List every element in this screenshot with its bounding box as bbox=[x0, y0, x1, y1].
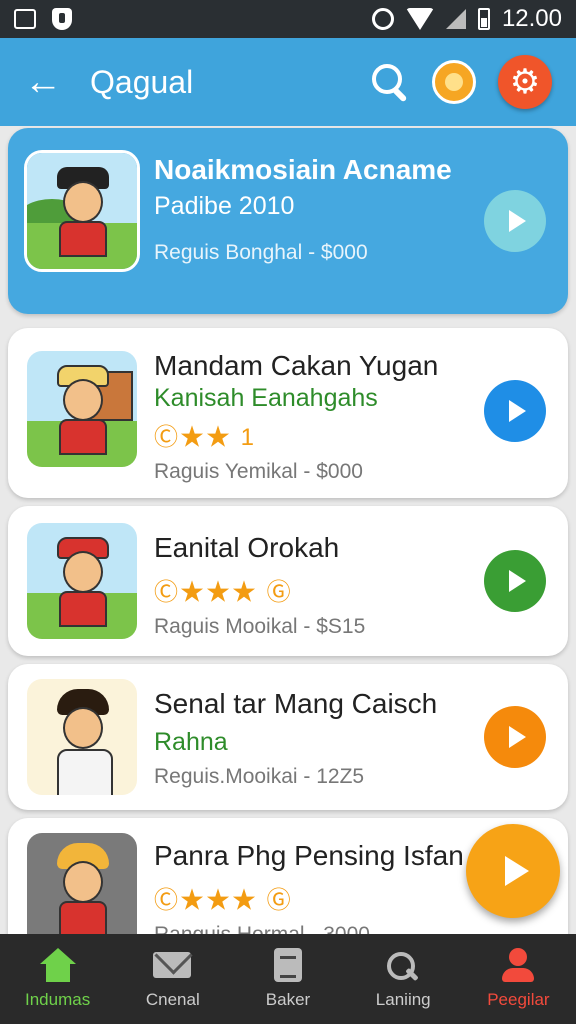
nav-item-learning[interactable]: Laniing bbox=[346, 934, 461, 1024]
app-bar: ← Qagual ⚙ bbox=[0, 38, 576, 126]
app-thumbnail bbox=[24, 676, 140, 798]
item-title: Senal tar Mang Caisch bbox=[154, 688, 438, 719]
search-bulb-icon bbox=[383, 948, 423, 984]
settings-gear-icon[interactable]: ⚙ bbox=[498, 55, 552, 109]
shield-icon bbox=[52, 8, 72, 30]
play-button[interactable] bbox=[484, 190, 546, 252]
app-list: Noaikmosiain Acname Padibe 2010 Reguis B… bbox=[0, 126, 576, 934]
nav-label: Peegilar bbox=[487, 990, 550, 1009]
list-item-featured[interactable]: Noaikmosiain Acname Padibe 2010 Reguis B… bbox=[8, 128, 568, 314]
rating-stars: Ⓒ★★★ Ⓖ bbox=[154, 579, 293, 606]
document-icon bbox=[268, 948, 308, 984]
play-button[interactable] bbox=[484, 706, 546, 768]
nav-item-document[interactable]: Baker bbox=[230, 934, 345, 1024]
item-title: Noaikmosiain Acname bbox=[154, 154, 452, 185]
app-thumbnail bbox=[24, 150, 140, 272]
app-thumbnail bbox=[24, 348, 140, 470]
floating-play-button[interactable] bbox=[466, 824, 560, 918]
gallery-icon bbox=[14, 9, 36, 29]
item-meta: Ranguis Hormal - 3000 bbox=[154, 923, 464, 934]
item-title: Panra Phg Pensing Isfan bbox=[154, 840, 464, 871]
page-title: Qagual bbox=[90, 63, 194, 100]
status-bar: 12.00 bbox=[0, 0, 576, 38]
rating-stars: Ⓒ★★ 1 bbox=[154, 424, 257, 451]
item-subtitle: Kanisah Eanahgahs bbox=[154, 384, 378, 412]
app-thumbnail bbox=[24, 830, 140, 934]
alarm-icon bbox=[371, 8, 394, 30]
item-title: Mandam Cakan Yugan bbox=[154, 350, 439, 381]
nav-label: Laniing bbox=[375, 990, 431, 1009]
mail-icon bbox=[152, 948, 193, 984]
signal-icon bbox=[445, 9, 466, 29]
nav-item-mail[interactable]: Cnenal bbox=[115, 934, 230, 1024]
item-subtitle: Padibe 2010 bbox=[154, 192, 295, 220]
search-icon[interactable] bbox=[370, 62, 410, 102]
item-subtitle: Rahna bbox=[154, 728, 228, 756]
item-meta: Raguis Mooikal - $S15 bbox=[154, 615, 366, 638]
item-meta: Reguis Bonghal - $000 bbox=[154, 241, 368, 264]
list-item[interactable]: Eanital Orokah Ⓒ★★★ Ⓖ Raguis Mooikal - $… bbox=[8, 506, 568, 656]
play-button[interactable] bbox=[484, 550, 546, 612]
wifi-icon bbox=[405, 8, 434, 30]
nav-item-profile[interactable]: Peegilar bbox=[461, 934, 576, 1024]
person-icon bbox=[498, 948, 538, 984]
rating-stars: Ⓒ★★★ Ⓖ bbox=[154, 887, 293, 914]
nav-item-home[interactable]: Indumas bbox=[0, 934, 115, 1024]
app-thumbnail bbox=[24, 520, 140, 642]
home-icon bbox=[38, 948, 78, 984]
item-meta: Raguis Yemikal - $000 bbox=[154, 460, 363, 483]
nav-label: Indumas bbox=[25, 990, 91, 1009]
status-time: 12.00 bbox=[501, 5, 562, 32]
battery-icon bbox=[477, 8, 490, 30]
play-button[interactable] bbox=[484, 380, 546, 442]
item-title: Eanital Orokah bbox=[154, 532, 340, 563]
mascot-icon[interactable] bbox=[432, 60, 476, 104]
nav-label: Baker bbox=[265, 990, 311, 1009]
item-meta: Reguis.Mooikai - 12Z5 bbox=[154, 765, 365, 788]
list-item[interactable]: Mandam Cakan Yugan Kanisah Eanahgahs Ⓒ★★… bbox=[8, 328, 568, 498]
list-item[interactable]: Senal tar Mang Caisch Rahna Reguis.Mooik… bbox=[8, 664, 568, 810]
bottom-navigation: Indumas Cnenal Baker Laniing Peegilar bbox=[0, 934, 576, 1024]
back-arrow-icon[interactable]: ← bbox=[24, 63, 68, 101]
nav-label: Cnenal bbox=[145, 990, 200, 1009]
